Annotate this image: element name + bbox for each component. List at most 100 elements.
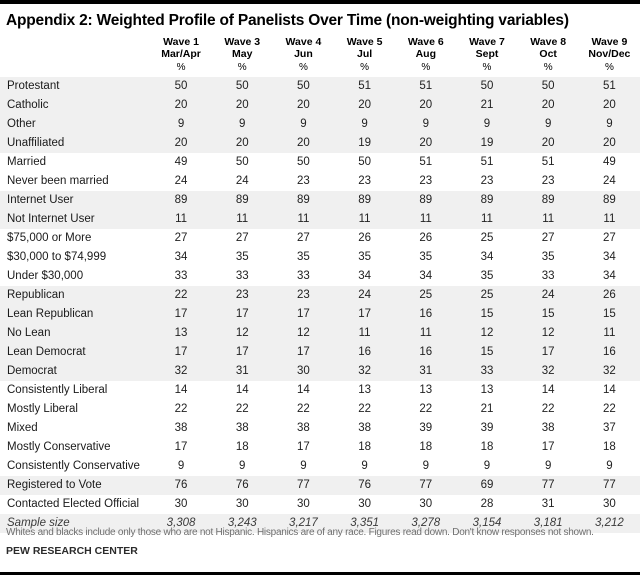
- table-cell: 11: [578, 324, 640, 343]
- table-cell: 77: [517, 476, 579, 495]
- table-row: Consistently Liberal 14 14 14 13 13 13 14 14: [0, 381, 640, 400]
- wave-name: Wave 8: [530, 36, 567, 48]
- table-cell: 22: [150, 400, 212, 419]
- table-cell: 27: [578, 229, 640, 248]
- table-cell: 14: [272, 381, 335, 400]
- table-cell: 35: [517, 248, 579, 267]
- table-cell: 33: [211, 267, 273, 286]
- table-cell: 13: [395, 381, 457, 400]
- row-label: Internet User: [0, 191, 151, 210]
- unit-wave-3: %: [237, 62, 247, 73]
- table-cell: 9: [211, 115, 273, 134]
- table-cell: 9: [211, 457, 273, 476]
- table-cell: 15: [456, 343, 518, 362]
- table-cell: 34: [456, 248, 518, 267]
- table-cell: 18: [395, 438, 457, 457]
- row-label: Consistently Conservative: [0, 457, 151, 476]
- table-cell: 51: [578, 77, 640, 96]
- row-label-column-header: [0, 36, 150, 60]
- table-cell: 15: [456, 305, 518, 324]
- row-label: Lean Democrat: [0, 343, 151, 362]
- table-cell: 76: [150, 476, 212, 495]
- table-cell: 30: [272, 362, 335, 381]
- table-cell: 9: [272, 115, 335, 134]
- table-cell: 49: [578, 153, 640, 172]
- table-cell: 14: [517, 381, 579, 400]
- table-cell: 51: [517, 153, 579, 172]
- table-cell: 34: [578, 248, 640, 267]
- table-cell: 51: [334, 77, 396, 96]
- table-cell: 30: [334, 495, 396, 514]
- table-cell: 34: [578, 267, 640, 286]
- table-cell: 20: [517, 96, 579, 115]
- table-cell: 19: [334, 134, 396, 153]
- wave-name: Wave 1: [163, 36, 199, 48]
- table-cell: 24: [334, 286, 396, 305]
- table-cell: 12: [456, 324, 518, 343]
- table-cell: 20: [211, 96, 273, 115]
- table-cell: 34: [150, 248, 212, 267]
- table-body: Protestant 50 50 50 51 51 50 50 51 Catholic 20 20 20…: [0, 77, 640, 533]
- table-cell: 77: [272, 476, 335, 495]
- table-cell: 22: [272, 400, 335, 419]
- table-cell: 9: [150, 115, 212, 134]
- table-cell: 89: [150, 191, 212, 210]
- table-cell: 9: [456, 115, 518, 134]
- wave-period: Aug: [415, 48, 437, 60]
- table-cell: 50: [272, 77, 335, 96]
- table-cell: 50: [517, 77, 579, 96]
- table-row: No Lean 13 12 12 11 11 12 12 11: [0, 324, 640, 343]
- row-label: Catholic: [0, 96, 151, 115]
- table-cell: 17: [150, 343, 212, 362]
- wave-name: Wave 7: [469, 36, 505, 48]
- row-label: Mostly Liberal: [0, 400, 151, 419]
- table-cell: 30: [150, 495, 212, 514]
- table-cell: 18: [578, 438, 640, 457]
- column-header-wave-3: Wave 3 May: [212, 36, 273, 60]
- wave-name: Wave 5: [346, 36, 383, 48]
- table-cell: 20: [334, 96, 396, 115]
- table-cell: 9: [334, 115, 396, 134]
- top-divider-rule: [0, 0, 640, 4]
- table-cell: 50: [456, 77, 518, 96]
- row-label: Married: [0, 153, 151, 172]
- table-cell: 14: [578, 381, 640, 400]
- table-cell: 17: [272, 305, 335, 324]
- table-cell: 17: [334, 305, 396, 324]
- table-cell: 24: [150, 172, 212, 191]
- table-cell: 32: [150, 362, 212, 381]
- table-cell: 30: [395, 495, 457, 514]
- table-cell: 9: [150, 457, 212, 476]
- table-row: Unaffiliated 20 20 20 19 20 19 20 20: [0, 134, 640, 153]
- table-cell: 35: [456, 267, 518, 286]
- wave-name: Wave 9: [591, 36, 628, 48]
- table-cell: 9: [272, 457, 335, 476]
- table-cell: 49: [150, 153, 212, 172]
- table-cell: 34: [334, 267, 396, 286]
- table-cell: 76: [334, 476, 396, 495]
- column-header-wave-1: Wave 1 Mar/Apr: [150, 36, 211, 60]
- table-cell: 11: [578, 210, 640, 229]
- table-cell: 30: [272, 495, 335, 514]
- table-cell: 34: [395, 267, 457, 286]
- table-cell: 11: [334, 324, 396, 343]
- table-cell: 16: [395, 305, 457, 324]
- table-cell: 16: [395, 343, 457, 362]
- table-row: Catholic 20 20 20 20 20 21 20 20: [0, 96, 640, 115]
- table-cell: 69: [456, 476, 518, 495]
- table-cell: 33: [272, 267, 335, 286]
- table-cell: 20: [211, 134, 273, 153]
- table-cell: 18: [456, 438, 518, 457]
- table-row: Republican 22 23 23 24 25 25 24 26: [0, 286, 640, 305]
- table-cell: 26: [334, 229, 396, 248]
- column-header-wave-8: Wave 8 Oct: [518, 36, 579, 60]
- table-cell: 13: [150, 324, 212, 343]
- table-row: Lean Republican 17 17 17 17 16 15 15 15: [0, 305, 640, 324]
- table-cell: 18: [211, 438, 273, 457]
- row-label: Never been married: [0, 172, 151, 191]
- unit-spacer: [0, 60, 150, 77]
- table-row: Under $30,000 33 33 33 34 34 35 33 34: [0, 267, 640, 286]
- table-cell: 17: [211, 343, 273, 362]
- row-label: Not Internet User: [0, 210, 151, 229]
- table-cell: 20: [272, 134, 335, 153]
